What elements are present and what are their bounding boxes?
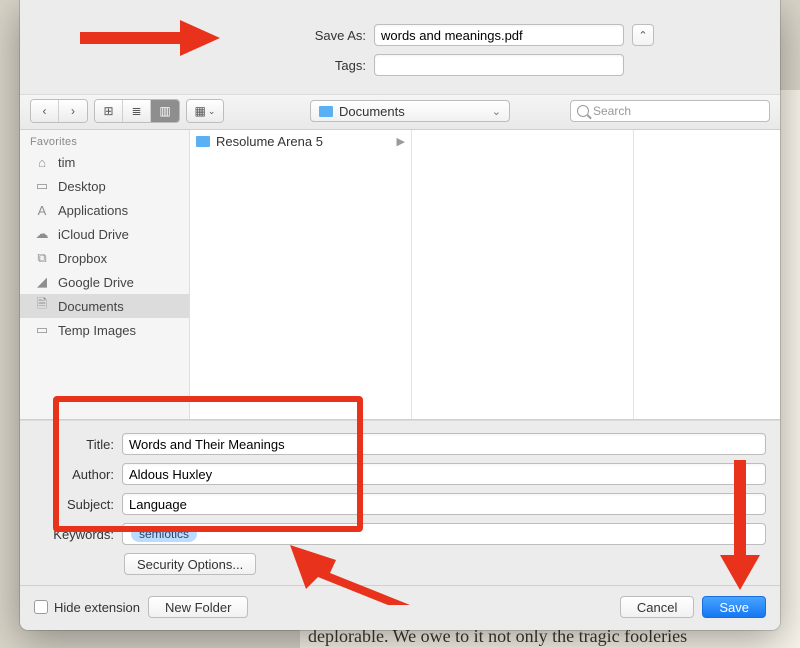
collapse-button[interactable]: ⌃ xyxy=(632,24,654,46)
sidebar-item-label: iCloud Drive xyxy=(58,227,129,242)
grid-icon: ⊞ xyxy=(103,104,113,118)
sidebar-heading: Favorites xyxy=(20,130,189,150)
docs-icon: 🗎 xyxy=(34,299,50,313)
file-item[interactable]: Resolume Arena 5 ▶ xyxy=(190,132,411,151)
search-field[interactable]: Search xyxy=(570,100,770,122)
gdrive-icon: ◢ xyxy=(34,275,50,289)
tags-input[interactable] xyxy=(374,54,624,76)
sidebar-item-documents[interactable]: 🗎 Documents xyxy=(20,294,189,318)
cancel-button[interactable]: Cancel xyxy=(620,596,694,618)
sidebar-item-label: Applications xyxy=(58,203,128,218)
chevron-up-icon: ⌃ xyxy=(638,29,647,42)
hide-extension-label: Hide extension xyxy=(54,600,140,615)
group-by-dropdown[interactable]: ▦ ⌄ xyxy=(186,99,224,123)
author-label: Author: xyxy=(34,467,114,482)
keywords-label: Keywords: xyxy=(34,527,114,542)
home-icon: ⌂ xyxy=(34,155,50,169)
folder-icon xyxy=(319,106,333,117)
sidebar-item-label: tim xyxy=(58,155,75,170)
save-button[interactable]: Save xyxy=(702,596,766,618)
search-placeholder: Search xyxy=(593,104,631,118)
dropbox-icon: ⧉ xyxy=(34,251,50,265)
column-3[interactable] xyxy=(634,130,780,419)
chevron-down-icon: ⌄ xyxy=(208,106,216,117)
dialog-bottom-bar: Hide extension New Folder Cancel Save xyxy=(20,585,780,630)
chevron-updown-icon: ⌄ xyxy=(492,105,501,118)
groupby-icon: ▦ xyxy=(195,104,206,118)
file-browser: Favorites ⌂ tim ▭ Desktop A Applications ☁ iClo… xyxy=(20,130,780,420)
file-label: Resolume Arena 5 xyxy=(216,134,323,149)
sidebar: Favorites ⌂ tim ▭ Desktop A Applications ☁ iClo… xyxy=(20,130,190,419)
keyword-token[interactable]: semiotics xyxy=(131,526,197,542)
security-options-button[interactable]: Security Options... xyxy=(124,553,256,575)
column-2[interactable] xyxy=(412,130,634,419)
hide-extension-checkbox[interactable]: Hide extension xyxy=(34,600,140,615)
title-input[interactable] xyxy=(122,433,766,455)
location-dropdown[interactable]: Documents ⌄ xyxy=(310,100,510,122)
location-label: Documents xyxy=(339,104,405,119)
chevron-left-icon: ‹ xyxy=(43,104,47,118)
column-icon: ▥ xyxy=(159,104,170,118)
save-dialog: Save As: ⌃ Tags: ‹ › ⊞ ≣ ▥ ▦ ⌄ xyxy=(20,0,780,630)
save-as-label: Save As: xyxy=(146,28,366,43)
title-label: Title: xyxy=(34,437,114,452)
folder-icon xyxy=(196,136,210,147)
chevron-right-icon: › xyxy=(71,104,75,118)
tags-label: Tags: xyxy=(146,58,366,73)
apps-icon: A xyxy=(34,203,50,217)
sidebar-item-label: Dropbox xyxy=(58,251,107,266)
chevron-right-icon: ▶ xyxy=(397,135,405,148)
sidebar-item-applications[interactable]: A Applications xyxy=(20,198,189,222)
nav-back-forward: ‹ › xyxy=(30,99,88,123)
sidebar-item-desktop[interactable]: ▭ Desktop xyxy=(20,174,189,198)
checkbox-icon xyxy=(34,600,48,614)
save-as-input[interactable] xyxy=(374,24,624,46)
view-switcher: ⊞ ≣ ▥ xyxy=(94,99,180,123)
sidebar-item-label: Google Drive xyxy=(58,275,134,290)
desktop-icon: ▭ xyxy=(34,179,50,193)
column-1[interactable]: Resolume Arena 5 ▶ xyxy=(190,130,412,419)
sidebar-item-label: Temp Images xyxy=(58,323,136,338)
keywords-input[interactable]: semiotics xyxy=(122,523,766,545)
finder-toolbar: ‹ › ⊞ ≣ ▥ ▦ ⌄ Documents ⌄ Search xyxy=(20,94,780,130)
sidebar-item-tim[interactable]: ⌂ tim xyxy=(20,150,189,174)
list-icon: ≣ xyxy=(131,104,141,118)
forward-button[interactable]: › xyxy=(59,100,87,122)
folder-icon: ▭ xyxy=(34,323,50,337)
view-column-button[interactable]: ▥ xyxy=(151,100,179,122)
new-folder-button[interactable]: New Folder xyxy=(148,596,248,618)
cloud-icon: ☁ xyxy=(34,227,50,241)
sidebar-item-temp-images[interactable]: ▭ Temp Images xyxy=(20,318,189,342)
author-input[interactable] xyxy=(122,463,766,485)
subject-label: Subject: xyxy=(34,497,114,512)
sidebar-item-label: Documents xyxy=(58,299,124,314)
sidebar-item-dropbox[interactable]: ⧉ Dropbox xyxy=(20,246,189,270)
subject-input[interactable] xyxy=(122,493,766,515)
search-icon xyxy=(577,105,589,117)
sidebar-item-google-drive[interactable]: ◢ Google Drive xyxy=(20,270,189,294)
sidebar-item-label: Desktop xyxy=(58,179,106,194)
pdf-metadata-panel: Title: Author: Subject: Keywords: semiot… xyxy=(20,420,780,585)
sidebar-item-icloud-drive[interactable]: ☁ iCloud Drive xyxy=(20,222,189,246)
view-list-button[interactable]: ≣ xyxy=(123,100,151,122)
view-icon-button[interactable]: ⊞ xyxy=(95,100,123,122)
back-button[interactable]: ‹ xyxy=(31,100,59,122)
